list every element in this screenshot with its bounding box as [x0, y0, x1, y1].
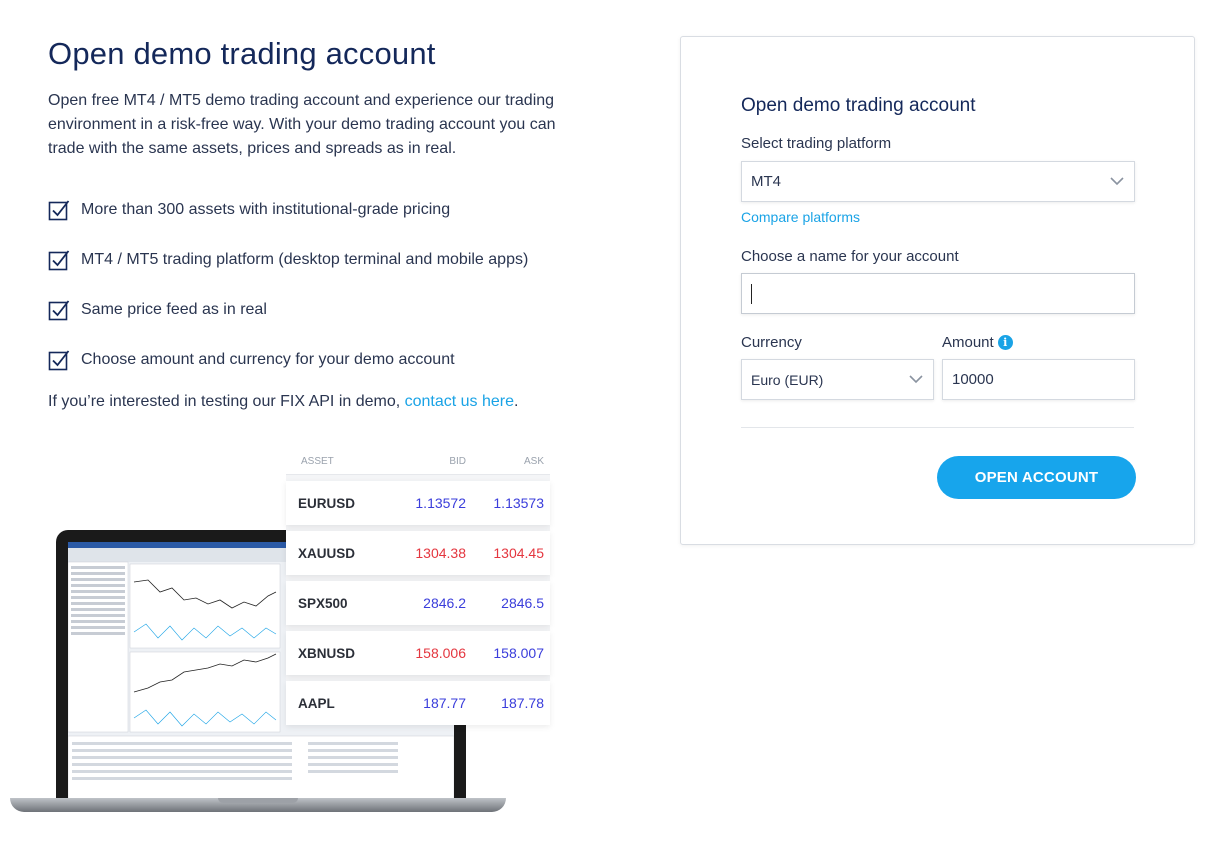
fix-note-suffix: . [514, 393, 519, 410]
feature-list: More than 300 assets with institutional-… [48, 185, 608, 385]
asset-row: XBNUSD 158.006 158.007 [286, 631, 550, 675]
asset-price-card: ASSET BID ASK EURUSD 1.13572 1.13573 XAU… [286, 448, 550, 725]
bid-price: 2846.2 [423, 595, 466, 611]
compare-platforms-link[interactable]: Compare platforms [741, 209, 860, 225]
feature-item: Same price feed as in real [48, 285, 608, 335]
bid-price: 187.77 [423, 695, 466, 711]
ask-price: 158.007 [493, 645, 544, 661]
currency-select[interactable]: Euro (EUR) [741, 359, 934, 400]
info-icon[interactable]: i [997, 335, 1013, 350]
ask-price: 187.78 [501, 695, 544, 711]
amount-label-group: Amount i [942, 334, 1013, 351]
chevron-down-icon [909, 375, 923, 384]
asset-column-header: ASSET [301, 455, 334, 467]
feature-label: MT4 / MT5 trading platform (desktop term… [81, 251, 529, 268]
platform-select[interactable]: MT4 [741, 161, 1135, 202]
ask-price: 2846.5 [501, 595, 544, 611]
feature-label: More than 300 assets with institutional-… [81, 201, 451, 218]
chevron-down-icon [1110, 177, 1124, 186]
intro-section: Open demo trading account Open free MT4 … [48, 36, 608, 411]
contact-us-link[interactable]: contact us here [405, 393, 514, 410]
ask-price: 1304.45 [493, 545, 544, 561]
open-account-button[interactable]: OPEN ACCOUNT [937, 456, 1136, 499]
asset-name: EURUSD [298, 495, 356, 511]
checkbox-checked-icon [48, 250, 70, 271]
asset-row: SPX500 2846.2 2846.5 [286, 581, 550, 625]
account-name-input[interactable] [741, 273, 1135, 314]
checkbox-checked-icon [48, 200, 70, 221]
bid-price: 158.006 [415, 645, 466, 661]
form-divider [741, 427, 1134, 428]
demo-account-form: Open demo trading account Select trading… [680, 36, 1195, 545]
asset-row: EURUSD 1.13572 1.13573 [286, 481, 550, 525]
intro-text: Open free MT4 / MT5 demo trading account… [48, 92, 556, 157]
asset-row: XAUUSD 1304.38 1304.45 [286, 531, 550, 575]
ask-column-header: ASK [523, 455, 544, 467]
account-name-label: Choose a name for your account [741, 248, 959, 265]
feature-item: More than 300 assets with institutional-… [48, 185, 608, 235]
feature-label: Same price feed as in real [81, 301, 267, 318]
feature-label: Choose amount and currency for your demo… [81, 351, 455, 368]
currency-select-value: Euro (EUR) [751, 371, 824, 388]
feature-item: MT4 / MT5 trading platform (desktop term… [48, 235, 608, 285]
platform-select-value: MT4 [751, 173, 781, 190]
form-title: Open demo trading account [741, 95, 976, 116]
laptop-notch [218, 798, 298, 803]
asset-table-header: ASSET BID ASK [286, 448, 550, 475]
ask-price: 1.13573 [493, 495, 544, 511]
asset-name: XAUUSD [298, 545, 356, 561]
amount-label: Amount [942, 334, 994, 351]
asset-row: AAPL 187.77 187.78 [286, 681, 550, 725]
platform-label: Select trading platform [741, 135, 892, 152]
fix-note-text: If you’re interested in testing our FIX … [48, 393, 405, 410]
checkbox-checked-icon [48, 300, 70, 321]
amount-input[interactable]: 10000 [942, 359, 1135, 400]
fix-api-note: If you’re interested in testing our FIX … [48, 393, 608, 411]
asset-name: AAPL [298, 695, 335, 711]
bid-price: 1.13572 [415, 495, 466, 511]
amount-value: 10000 [952, 371, 994, 388]
currency-label: Currency [741, 334, 802, 351]
bid-column-header: BID [449, 455, 466, 467]
text-cursor [751, 283, 752, 304]
asset-name: SPX500 [298, 595, 348, 611]
page-title: Open demo trading account [48, 36, 436, 71]
asset-name: XBNUSD [298, 645, 356, 661]
checkbox-checked-icon [48, 350, 70, 371]
bid-price: 1304.38 [415, 545, 466, 561]
feature-item: Choose amount and currency for your demo… [48, 335, 608, 385]
